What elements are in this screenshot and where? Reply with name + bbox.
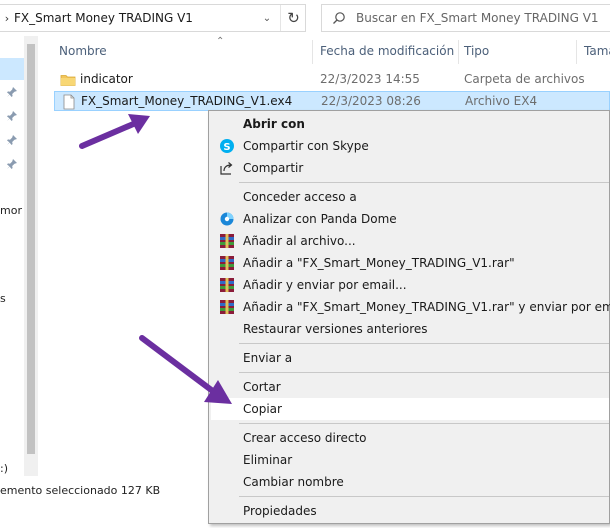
share-icon	[220, 162, 233, 175]
folder-icon	[60, 75, 76, 86]
nav-item-fragment[interactable]: s	[0, 292, 6, 305]
address-bar[interactable]: › FX_Smart Money TRADING V1 ⌄ ↻	[0, 4, 306, 32]
menu-separator	[239, 343, 609, 344]
menu-item-anadir-email[interactable]: Añadir y enviar por email...	[211, 274, 609, 296]
chevron-down-icon[interactable]: ⌄	[256, 5, 278, 31]
menu-item-label: Compartir	[243, 161, 304, 175]
winrar-icon	[220, 278, 234, 292]
search-box[interactable]: Buscar en FX_Smart Money TRADING V1	[321, 4, 610, 32]
menu-item-restaurar-versiones[interactable]: Restaurar versiones anteriores	[211, 318, 609, 340]
file-name: indicator	[80, 72, 133, 86]
column-divider[interactable]	[576, 40, 577, 64]
skype-icon: S	[220, 139, 234, 153]
menu-item-cambiar-nombre[interactable]: Cambiar nombre	[211, 471, 609, 493]
search-icon	[322, 11, 356, 25]
panda-dome-icon	[220, 212, 234, 226]
menu-item-label: Compartir con Skype	[243, 139, 369, 153]
menu-item-label: Cambiar nombre	[243, 475, 344, 489]
pin-icon	[7, 135, 17, 145]
column-header-name[interactable]: Nombre	[59, 44, 107, 58]
file-name: FX_Smart_Money_TRADING_V1.ex4	[81, 94, 293, 108]
menu-item-label: Conceder acceso a	[243, 190, 357, 204]
nav-scrollbar[interactable]	[24, 36, 38, 476]
menu-item-compartir[interactable]: Compartir	[211, 157, 609, 179]
menu-item-cortar[interactable]: Cortar	[211, 376, 609, 398]
svg-text:S: S	[223, 142, 230, 153]
column-headers: ⌃ Nombre Fecha de modificación Tipo Tama	[38, 36, 610, 68]
column-divider[interactable]	[312, 40, 313, 64]
menu-item-label: Copiar	[243, 402, 282, 416]
menu-item-label: Añadir y enviar por email...	[243, 278, 407, 292]
menu-separator	[239, 372, 609, 373]
menu-item-label: Añadir a "FX_Smart_Money_TRADING_V1.rar"	[243, 256, 515, 270]
file-icon	[63, 94, 75, 110]
menu-item-label: Abrir con	[243, 117, 305, 131]
menu-item-anadir-rar[interactable]: Añadir a "FX_Smart_Money_TRADING_V1.rar"	[211, 252, 609, 274]
winrar-icon	[220, 256, 234, 270]
menu-item-label: Analizar con Panda Dome	[243, 212, 397, 226]
menu-item-propiedades[interactable]: Propiedades	[211, 500, 609, 522]
nav-selected-item[interactable]	[0, 58, 24, 80]
column-header-size[interactable]: Tama	[584, 44, 610, 58]
menu-item-conceder-acceso[interactable]: Conceder acceso a	[211, 186, 609, 208]
menu-item-label: Eliminar	[243, 453, 293, 467]
nav-item-fragment[interactable]: mor	[0, 204, 22, 217]
column-divider[interactable]	[458, 40, 459, 64]
menu-item-compartir-skype[interactable]: S Compartir con Skype	[211, 135, 609, 157]
menu-item-label: Crear acceso directo	[243, 431, 367, 445]
file-type: Archivo EX4	[465, 94, 538, 108]
column-header-modified[interactable]: Fecha de modificación	[320, 44, 454, 58]
status-fragment: :)	[0, 462, 8, 475]
menu-item-enviar-a[interactable]: Enviar a	[211, 347, 609, 369]
menu-item-anadir-archivo[interactable]: Añadir al archivo...	[211, 230, 609, 252]
file-type: Carpeta de archivos	[464, 72, 585, 86]
winrar-icon	[220, 234, 234, 248]
refresh-icon[interactable]: ↻	[280, 5, 306, 31]
menu-item-panda-dome[interactable]: Analizar con Panda Dome	[211, 208, 609, 230]
annotation-arrow-icon	[79, 114, 150, 149]
menu-separator	[239, 496, 609, 497]
chevron-right-icon[interactable]: ›	[0, 12, 14, 25]
menu-item-eliminar[interactable]: Eliminar	[211, 449, 609, 471]
search-input[interactable]: Buscar en FX_Smart Money TRADING V1	[356, 11, 599, 25]
menu-separator	[239, 423, 609, 424]
menu-item-label: Añadir a "FX_Smart_Money_TRADING_V1.rar"…	[243, 300, 610, 314]
menu-separator	[239, 182, 609, 183]
menu-item-label: Restaurar versiones anteriores	[243, 322, 428, 336]
menu-item-label: Enviar a	[243, 351, 293, 365]
sort-ascending-icon: ⌃	[216, 36, 225, 47]
file-row[interactable]: FX_Smart_Money_TRADING_V1.ex4 22/3/2023 …	[54, 91, 610, 111]
pin-icon	[7, 87, 17, 97]
menu-item-label: Añadir al archivo...	[243, 234, 356, 248]
column-header-type[interactable]: Tipo	[464, 44, 489, 58]
menu-item-label: Cortar	[243, 380, 281, 394]
menu-item-anadir-rar-email[interactable]: Añadir a "FX_Smart_Money_TRADING_V1.rar"…	[211, 296, 610, 318]
status-text: emento seleccionado 127 KB	[0, 484, 161, 497]
nav-scrollbar-thumb[interactable]	[27, 44, 35, 454]
winrar-icon	[220, 300, 234, 314]
menu-item-label: Propiedades	[243, 504, 317, 518]
menu-item-crear-acceso-directo[interactable]: Crear acceso directo	[211, 427, 609, 449]
file-modified: 22/3/2023 14:55	[320, 72, 420, 86]
menu-item-abrir-con[interactable]: Abrir con	[211, 113, 609, 135]
file-row[interactable]: indicator 22/3/2023 14:55 Carpeta de arc…	[54, 70, 610, 90]
context-menu: Abrir con S Compartir con Skype Comparti…	[208, 110, 610, 524]
file-modified: 22/3/2023 08:26	[321, 94, 421, 108]
top-bar: › FX_Smart Money TRADING V1 ⌄ ↻ Buscar e…	[0, 0, 610, 36]
pin-icon	[7, 111, 17, 121]
pin-icon	[7, 159, 17, 169]
menu-item-copiar[interactable]: Copiar	[211, 398, 609, 420]
